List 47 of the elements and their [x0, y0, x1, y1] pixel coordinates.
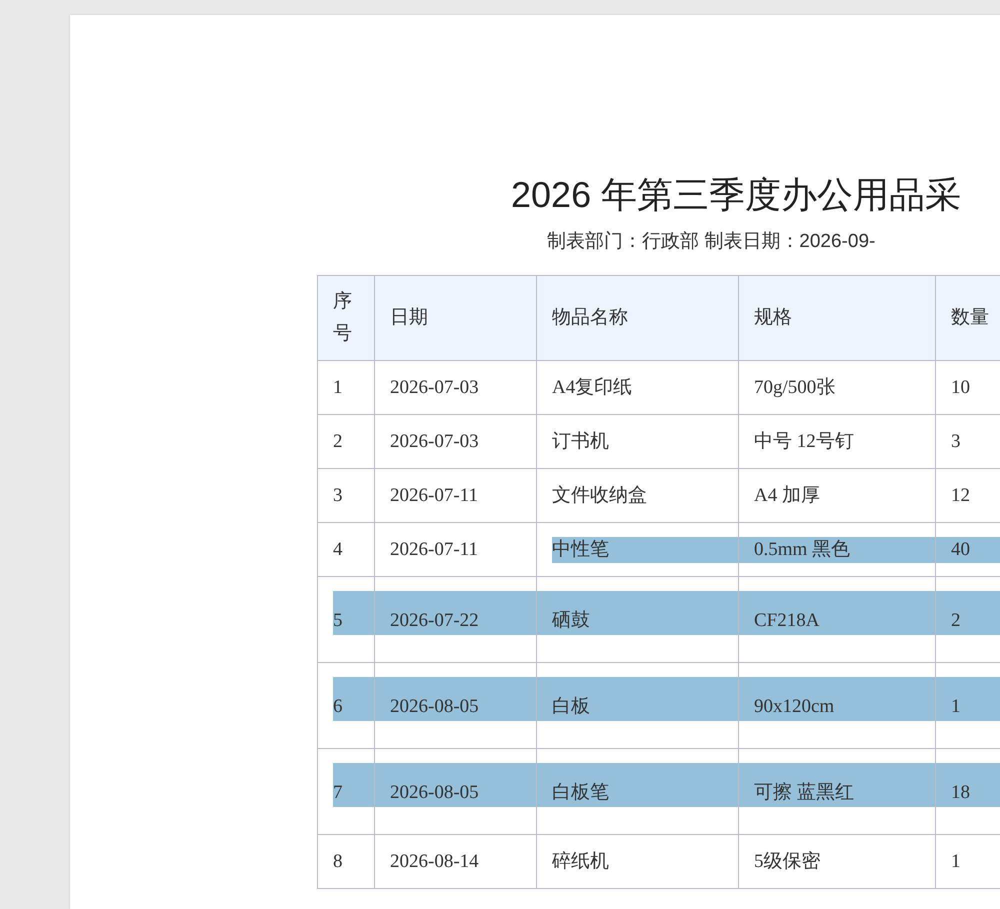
table-cell-text: 2026-07-03 — [389, 376, 480, 400]
document-subtitle: 制表部门：行政部 制表日期：2026-09- — [547, 230, 876, 254]
table-cell-text: 1 — [332, 376, 344, 400]
table-cell-text: 中号 12号钉 — [753, 430, 855, 454]
column-header: 序号 — [332, 290, 353, 346]
selected-table-cell: 6 — [333, 677, 374, 721]
table-cell-text: A4复印纸 — [551, 376, 634, 400]
table-cell-text: 70g/500张 — [753, 376, 836, 400]
table-cell-text: 碎纸机 — [551, 850, 610, 874]
selected-table-cell: 1 — [936, 677, 1000, 721]
table-cell-text: 3 — [950, 430, 962, 454]
selected-table-cell: 40 — [936, 536, 1000, 562]
selected-table-cell: 90x120cm — [739, 677, 935, 721]
selected-table-cell: 2 — [936, 591, 1000, 635]
selected-table-cell: 可擦 蓝黑红 — [739, 763, 935, 807]
selected-table-cell: 中性笔 — [552, 536, 738, 562]
selected-table-cell: 白板 — [537, 677, 738, 721]
column-header: 物品名称 — [551, 306, 629, 330]
selected-table-cell: 2026-08-05 — [375, 763, 536, 807]
table-cell-text: 2 — [332, 430, 344, 454]
table-cell-text: 2026-07-11 — [389, 484, 479, 508]
column-header: 数量 — [950, 306, 990, 330]
selected-table-cell: 2026-08-05 — [375, 677, 536, 721]
column-header: 规格 — [753, 306, 793, 330]
selected-table-cell: CF218A — [739, 591, 935, 635]
table-cell-text: 文件收纳盒 — [551, 484, 648, 508]
table-cell-text: 4 — [332, 538, 344, 562]
table-cell-text: 1 — [950, 850, 962, 874]
selected-table-cell: 5 — [333, 591, 374, 635]
table-cell-text: 订书机 — [551, 430, 610, 454]
table-cell-text: 12 — [950, 484, 971, 508]
selected-table-cell: 18 — [936, 763, 1000, 807]
table-cell-text: 8 — [332, 850, 344, 874]
selected-table-cell: 白板笔 — [537, 763, 738, 807]
table-cell-text: 2026-07-03 — [389, 430, 480, 454]
table-cell-text: A4 加厚 — [753, 484, 821, 508]
table-cell-text: 3 — [332, 484, 344, 508]
selected-table-cell: 硒鼓 — [537, 591, 738, 635]
selected-table-cell: 7 — [333, 763, 374, 807]
table-cell-text: 2026-08-14 — [389, 850, 480, 874]
column-header: 日期 — [389, 306, 429, 330]
table-cell-text: 10 — [950, 376, 971, 400]
table-cell-text: 2026-07-11 — [389, 538, 479, 562]
selected-table-cell: 2026-07-22 — [375, 591, 536, 635]
selected-table-cell: 0.5mm 黑色 — [739, 536, 935, 562]
table-cell-text: 5级保密 — [753, 850, 822, 874]
document-title: 2026 年第三季度办公用品采 — [511, 173, 962, 217]
